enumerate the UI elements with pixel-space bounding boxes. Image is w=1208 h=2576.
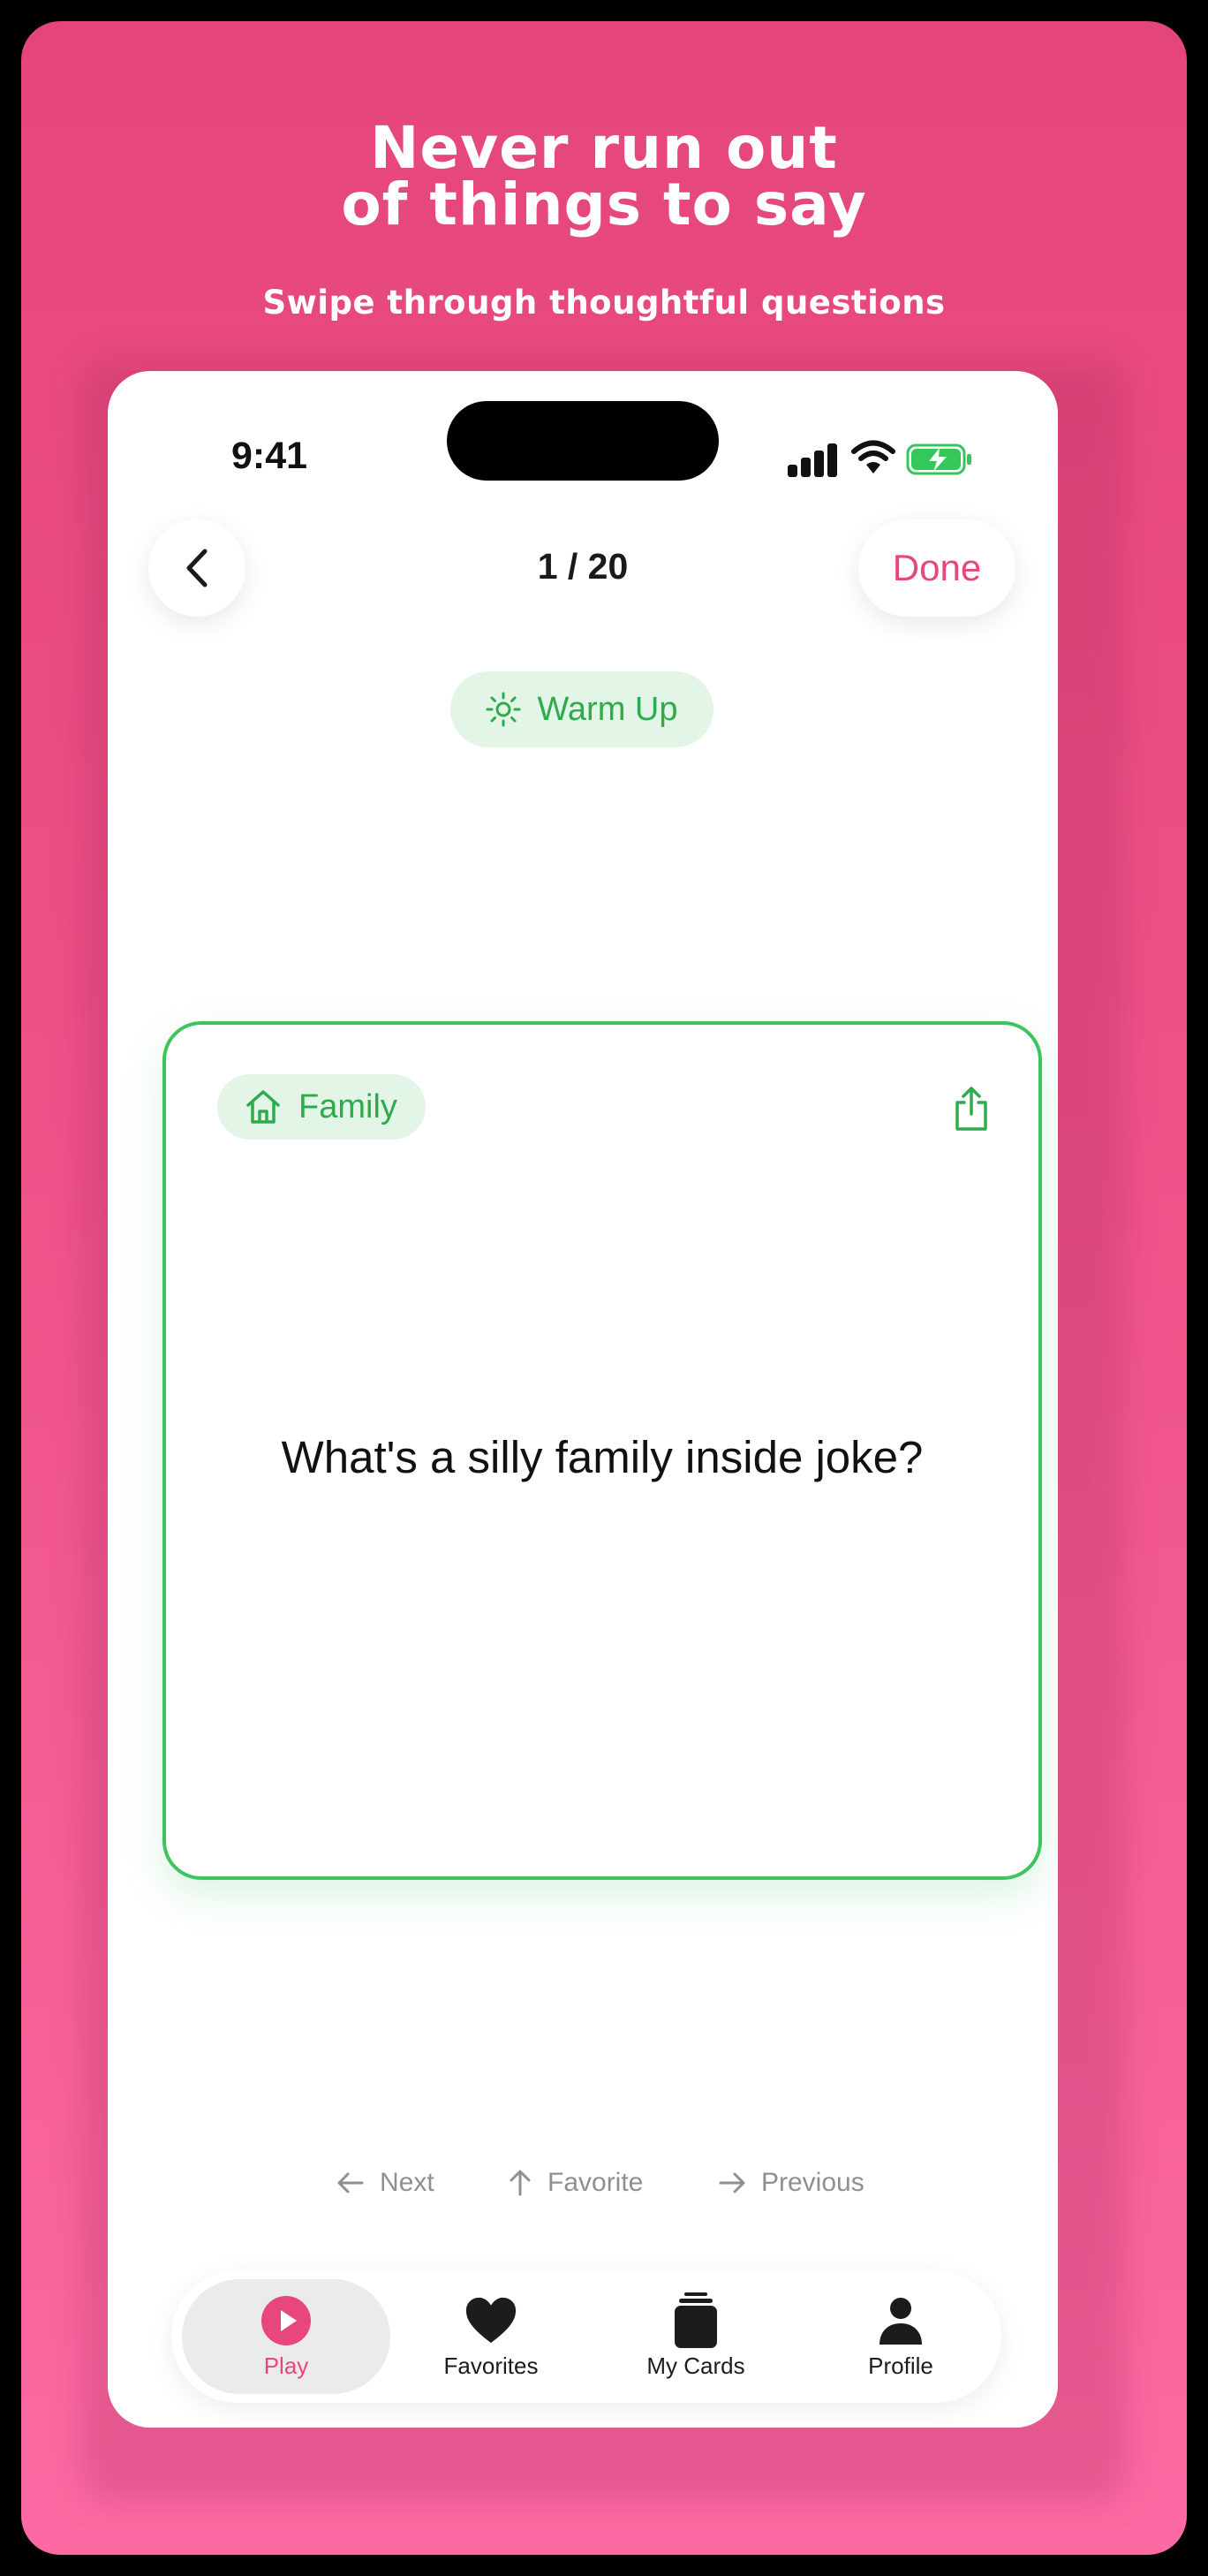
tab-my-cards[interactable]: My Cards	[592, 2279, 800, 2394]
phone-screen: 9:41 1 / 20 Done Warm Up Family What's a…	[108, 371, 1058, 2428]
headline-line-2: of things to say	[341, 170, 867, 239]
headline-line-1: Never run out	[370, 114, 838, 182]
category-tag: Family	[217, 1074, 426, 1140]
hint-favorite-label: Favorite	[547, 2168, 644, 2197]
done-button[interactable]: Done	[858, 519, 1015, 617]
tab-profile-label: Profile	[868, 2352, 933, 2379]
cellular-signal-icon	[788, 442, 837, 477]
home-icon	[246, 1090, 280, 1124]
hint-previous: Previous	[717, 2168, 864, 2198]
tab-favorites[interactable]: Favorites	[387, 2279, 595, 2394]
hint-next: Next	[336, 2168, 434, 2198]
status-time: 9:41	[231, 435, 308, 477]
hint-favorite: Favorite	[507, 2168, 643, 2198]
tab-bar: Play Favorites My Cards Profile	[171, 2270, 1001, 2403]
arrow-left-icon	[337, 2172, 364, 2193]
tab-profile[interactable]: Profile	[797, 2279, 1005, 2394]
heart-icon	[465, 2297, 517, 2343]
tab-my-cards-label: My Cards	[646, 2352, 745, 2379]
tab-play-label: Play	[263, 2352, 309, 2379]
tab-favorites-label: Favorites	[443, 2352, 539, 2379]
deck-label: Warm Up	[537, 690, 678, 728]
wifi-icon	[851, 440, 895, 474]
share-icon[interactable]	[950, 1085, 993, 1133]
hint-previous-label: Previous	[761, 2168, 864, 2197]
play-circle-icon	[261, 2295, 311, 2345]
card-stack-icon	[675, 2292, 717, 2348]
swipe-hints: Next Favorite Previous	[108, 2168, 1058, 2212]
category-label: Family	[298, 1087, 397, 1125]
hint-next-label: Next	[380, 2168, 434, 2197]
person-icon	[880, 2297, 922, 2345]
dynamic-island	[447, 401, 719, 481]
question-text: What's a silly family inside joke?	[281, 1432, 924, 1482]
arrow-right-icon	[719, 2172, 745, 2193]
subheadline: Swipe through thoughtful questions	[262, 284, 946, 322]
battery-charging-icon	[906, 443, 971, 475]
tab-play[interactable]: Play	[182, 2279, 390, 2394]
arrow-up-icon	[510, 2170, 531, 2196]
question-card[interactable]: Family What's a silly family inside joke…	[162, 1021, 1042, 1880]
sun-icon	[486, 692, 521, 727]
deck-pill[interactable]: Warm Up	[450, 671, 713, 747]
